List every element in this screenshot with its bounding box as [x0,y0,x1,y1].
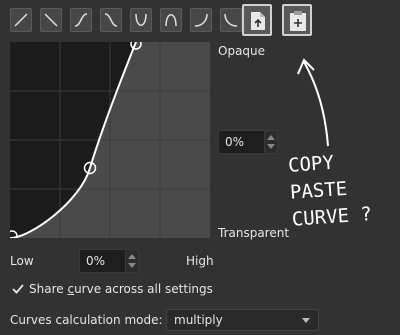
opaque-value-spinbox[interactable]: 0% [218,130,278,154]
curve-editor[interactable] [10,42,210,238]
calc-mode-label: Curves calculation mode: [10,313,163,327]
preset-linear-down-button[interactable] [40,8,62,32]
linear-down-curve-icon [44,13,58,27]
annotation-arrow [297,58,329,147]
paste-curve-button[interactable] [282,4,312,36]
low-label: Low [10,254,34,268]
share-curve-checkbox[interactable] [12,283,24,295]
ease-out-curve-icon [224,13,238,27]
opaque-label: Opaque [218,44,266,58]
copy-paste-annotation: COPY PASTE CURVE ? [287,147,373,233]
copy-curve-button[interactable] [242,4,272,36]
transparent-label: Transparent [218,226,290,240]
spin-down-icon[interactable] [128,263,136,268]
linear-up-curve-icon [14,13,28,27]
chevron-down-icon [302,318,310,323]
paste-curve-icon [290,11,306,31]
spin-down-icon[interactable] [267,144,275,149]
preset-s-curve-button[interactable] [70,8,92,32]
preset-arch-curve-button[interactable] [160,8,182,32]
preset-inverse-s-button[interactable] [100,8,122,32]
opaque-value: 0% [225,135,245,149]
calc-mode-value: multiply [174,313,223,327]
annotation-line: CURVE ? [291,203,373,231]
spin-up-icon[interactable] [128,254,136,259]
range-spin-arrows[interactable] [125,250,138,272]
preset-ease-out-button[interactable] [220,8,242,32]
inverse-s-curve-icon [104,13,118,27]
s-curve-icon [74,13,88,27]
preset-u-curve-button[interactable] [130,8,152,32]
ease-in-curve-icon [194,13,208,27]
curve-graph[interactable] [10,42,210,238]
arch-curve-icon [165,14,177,27]
range-value: 0% [86,254,106,268]
checkmark-icon [12,284,24,294]
share-curve-label[interactable]: Share curve across all settings [29,282,213,296]
u-curve-icon [135,13,147,26]
spin-up-icon[interactable] [267,135,275,140]
range-value-spinbox[interactable]: 0% [79,249,139,273]
copy-curve-icon [251,12,265,30]
opaque-spin-arrows[interactable] [264,131,277,153]
calc-mode-select[interactable]: multiply [166,309,319,331]
preset-linear-up-button[interactable] [10,8,32,32]
preset-ease-in-button[interactable] [190,8,212,32]
high-label: High [186,254,214,268]
